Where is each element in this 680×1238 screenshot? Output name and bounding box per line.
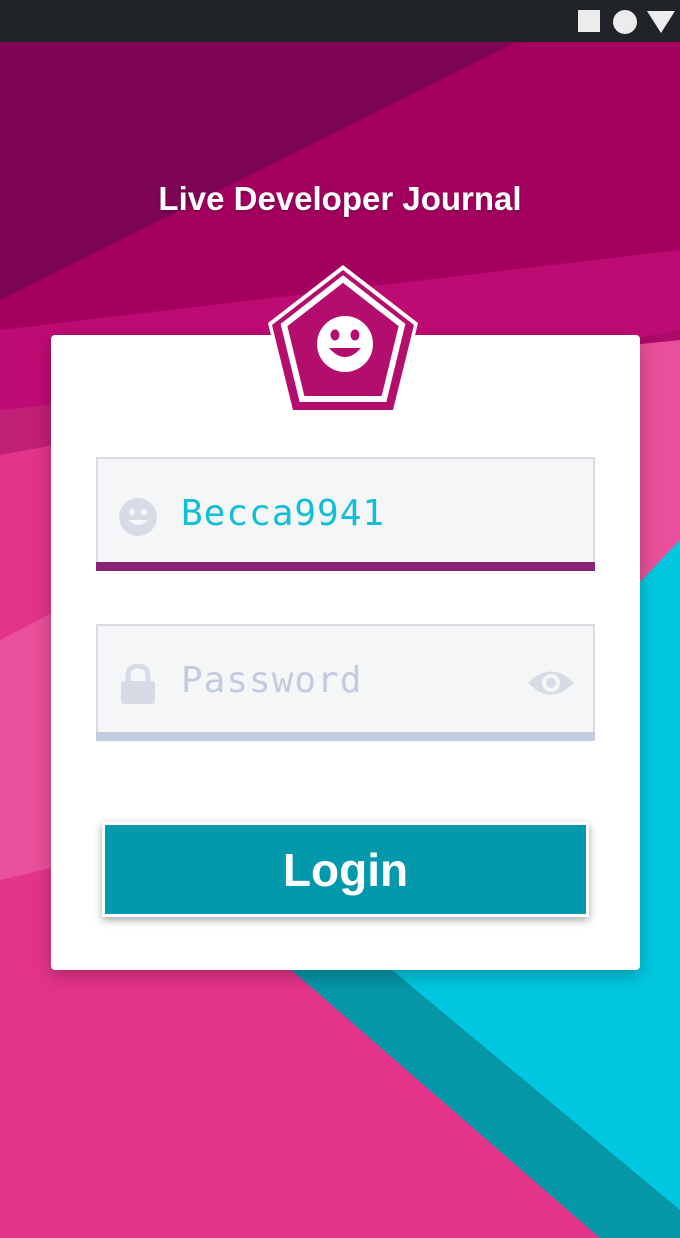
login-button[interactable]: Login xyxy=(102,822,589,917)
username-underline xyxy=(96,562,595,571)
smiley-face-icon xyxy=(317,316,373,372)
triangle-icon xyxy=(647,11,675,33)
smiley-face-icon xyxy=(119,498,157,536)
username-field[interactable]: Becca9941 xyxy=(96,457,595,569)
password-underline xyxy=(96,732,595,741)
username-input[interactable]: Becca9941 xyxy=(181,489,385,539)
password-input[interactable]: Password xyxy=(181,656,362,706)
status-bar xyxy=(0,0,680,42)
eye-icon[interactable] xyxy=(526,666,576,700)
password-field[interactable]: Password xyxy=(96,624,595,736)
lock-icon xyxy=(121,664,155,704)
app-title: Live Developer Journal xyxy=(158,180,522,217)
square-icon xyxy=(578,10,600,32)
smiley-badge xyxy=(268,265,418,415)
circle-icon xyxy=(613,10,637,34)
